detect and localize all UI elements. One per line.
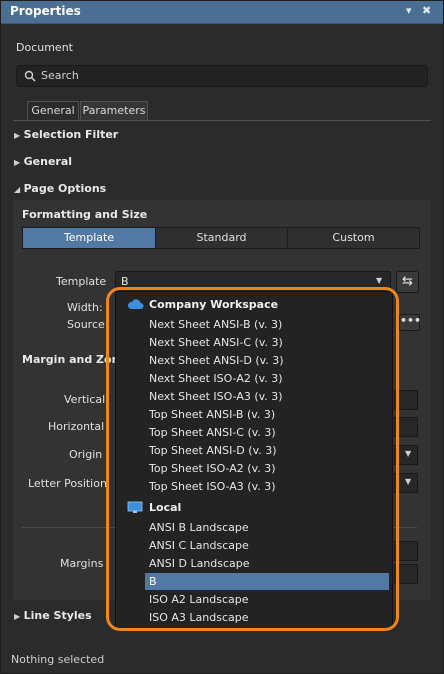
dropdown-item[interactable]: Next Sheet ANSI-C (v. 3) [149,336,283,349]
horizontal-zones-field[interactable] [394,417,418,437]
letter-position-select[interactable]: ▼ [394,473,418,493]
section-title: Selection Filter [23,128,119,141]
tab-divider [13,120,431,121]
source-label: Source [67,318,105,331]
dropdown-item-label: B [149,575,157,588]
margin-and-zones-heading: Margin and Zone [22,353,127,366]
section-general[interactable]: ▶ General [14,155,72,168]
dropdown-group-local: Local [149,501,182,514]
template-select[interactable]: B ▼ [115,271,391,293]
section-line-styles[interactable]: ▶ Line Styles [14,609,92,622]
expand-triangle-icon: ▶ [14,612,21,621]
dropdown-item[interactable]: ANSI B Landscape [149,521,249,534]
refresh-icon: ⇆ [402,274,413,289]
panel-title-bar[interactable]: Properties ▾ ✖ [1,1,443,24]
template-mode-button[interactable]: Template [22,227,156,249]
margins-label: Margins [60,557,104,570]
cloud-icon [127,299,144,309]
margin-field[interactable] [394,541,418,561]
horizontal-label: Horizontal [48,420,105,433]
dropdown-item[interactable]: Top Sheet ANSI-B (v. 3) [149,408,275,421]
dropdown-item[interactable]: ANSI D Landscape [149,557,250,570]
chevron-down-icon: ▼ [405,477,412,486]
dropdown-item[interactable]: Top Sheet ANSI-C (v. 3) [149,426,276,439]
dropdown-item[interactable]: Next Sheet ISO-A2 (v. 3) [149,372,283,385]
origin-select[interactable]: ▼ [394,445,418,465]
template-label: Template [56,275,107,288]
template-select-value: B [121,275,129,288]
panel-menu-icon[interactable]: ▾ [406,4,412,17]
expand-triangle-icon: ▶ [14,158,21,167]
search-input[interactable]: Search [16,65,428,87]
tab-general[interactable]: General [27,101,79,121]
section-page-options[interactable]: ◢ Page Options [14,182,106,195]
dropdown-item[interactable]: Next Sheet ISO-A3 (v. 3) [149,390,283,403]
chevron-down-icon: ▼ [376,276,383,285]
vertical-zones-field[interactable] [394,390,418,410]
context-label: Document [16,41,73,54]
dropdown-item-selected[interactable]: B [145,573,389,590]
expand-triangle-icon: ▶ [14,131,21,140]
section-title: Line Styles [23,609,92,622]
dropdown-group-company-workspace: Company Workspace [149,298,279,311]
search-icon [24,70,36,82]
dropdown-item[interactable]: ISO A3 Landscape [149,611,249,624]
monitor-icon [127,501,143,513]
section-title: General [23,155,73,168]
collapse-triangle-icon: ◢ [14,185,21,194]
close-icon[interactable]: ✖ [422,4,431,17]
status-text: Nothing selected [11,653,105,666]
dropdown-item[interactable]: Next Sheet ANSI-B (v. 3) [149,318,282,331]
browse-source-button[interactable]: ••• [399,314,422,331]
section-selection-filter[interactable]: ▶ Selection Filter [14,128,118,141]
ellipsis-icon: ••• [400,314,422,327]
chevron-down-icon: ▼ [405,449,412,458]
formatting-and-size-heading: Formatting and Size [22,208,148,221]
refresh-templates-button[interactable]: ⇆ [396,271,419,293]
search-placeholder: Search [41,69,79,82]
dropdown-item[interactable]: Next Sheet ANSI-D (v. 3) [149,354,284,367]
dropdown-item[interactable]: Top Sheet ISO-A2 (v. 3) [149,462,276,475]
dropdown-item[interactable]: Top Sheet ISO-A3 (v. 3) [149,480,276,493]
dropdown-item[interactable]: ANSI C Landscape [149,539,249,552]
letter-position-label: Letter Position [28,477,107,490]
panel-title: Properties [10,4,81,18]
standard-mode-button[interactable]: Standard [155,227,288,249]
section-title: Page Options [23,182,107,195]
dropdown-item[interactable]: Top Sheet ANSI-D (v. 3) [149,444,277,457]
dropdown-item[interactable]: ISO A2 Landscape [149,593,249,606]
margin-width-field[interactable] [394,564,418,584]
tab-parameters[interactable]: Parameters [80,101,148,121]
width-label: Width: [67,301,103,314]
origin-label: Origin [69,448,103,461]
vertical-label: Vertical [64,393,106,406]
custom-mode-button[interactable]: Custom [287,227,420,249]
